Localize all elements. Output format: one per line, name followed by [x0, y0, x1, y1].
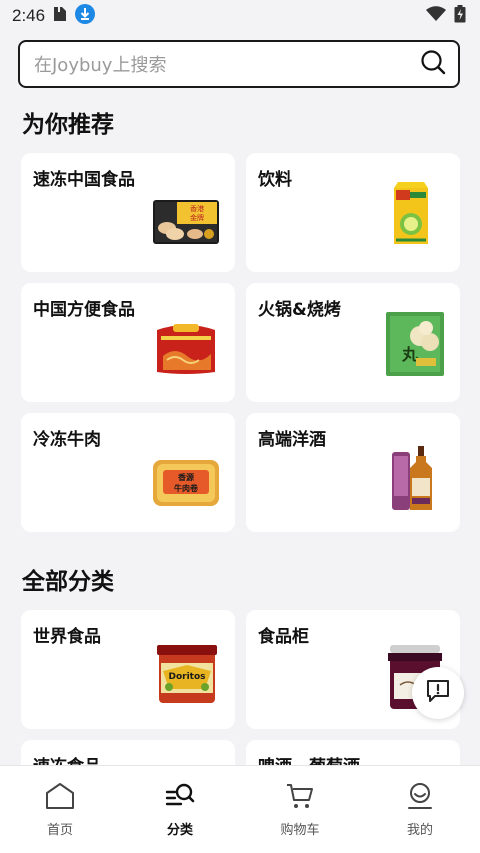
- wifi-icon: [426, 6, 446, 26]
- search-icon[interactable]: [420, 49, 446, 79]
- svg-text:香源: 香源: [177, 472, 194, 482]
- svg-text:金牌: 金牌: [190, 213, 204, 222]
- whisky-image: [392, 446, 438, 516]
- category-card[interactable]: 中国方便食品: [21, 283, 235, 402]
- feedback-button[interactable]: [412, 667, 464, 719]
- svg-text:牛肉卷: 牛肉卷: [174, 483, 199, 493]
- category-label: 世界食品: [33, 627, 101, 647]
- category-label: 高端洋酒: [258, 430, 326, 450]
- feedback-icon: [425, 678, 451, 708]
- svg-text:香港: 香港: [190, 204, 204, 213]
- category-label: 中国方便食品: [33, 300, 135, 320]
- nav-category[interactable]: 分类: [120, 782, 240, 853]
- bottom-nav: 首页 分类 购物车 我的: [0, 765, 480, 853]
- category-search-icon: [165, 782, 195, 814]
- nav-label: 分类: [166, 823, 193, 838]
- salsa-jar-image: Doritos: [155, 645, 219, 707]
- status-bar: 2:46: [0, 0, 480, 32]
- svg-text:Doritos: Doritos: [168, 672, 205, 682]
- lemon-tea-image: [392, 180, 432, 250]
- category-label: 冷冻牛肉: [33, 430, 101, 450]
- category-card[interactable]: 世界食品 Doritos: [21, 610, 235, 729]
- nav-label: 购物车: [280, 823, 320, 838]
- category-card[interactable]: 饮料: [246, 153, 460, 272]
- recommend-grid: 速冻中国食品 香港 金牌 饮料 中国方便食品 火锅&烧烤 丸 冷冻牛肉 香源 牛肉卷…: [0, 153, 480, 532]
- profile-icon: [405, 782, 435, 814]
- category-label: 饮料: [258, 170, 292, 190]
- search-input[interactable]: 在Joybuy上搜索: [18, 40, 460, 88]
- nav-cart[interactable]: 购物车: [240, 782, 360, 853]
- download-icon: [75, 4, 96, 28]
- section-title-recommend: 为你推荐: [22, 112, 114, 138]
- category-card[interactable]: 冷冻牛肉 香源 牛肉卷: [21, 413, 235, 532]
- instant-noodles-image: [153, 320, 219, 380]
- category-card[interactable]: 速冻中国食品 香港 金牌: [21, 153, 235, 272]
- category-card[interactable]: 火锅&烧烤 丸: [246, 283, 460, 402]
- cart-icon: [285, 782, 315, 814]
- nav-label: 首页: [46, 823, 73, 838]
- search-placeholder: 在Joybuy上搜索: [34, 55, 167, 76]
- status-time: 2:46: [12, 6, 46, 25]
- battery-icon: [454, 5, 466, 27]
- category-card[interactable]: 高端洋酒: [246, 413, 460, 532]
- home-icon: [45, 782, 75, 814]
- category-label: 火锅&烧烤: [258, 300, 341, 320]
- beef-roll-image: 香源 牛肉卷: [153, 460, 219, 510]
- frozen-dumplings-image: 香港 金牌: [153, 198, 219, 250]
- nav-home[interactable]: 首页: [0, 782, 120, 853]
- sim-card-icon: [53, 6, 67, 26]
- nav-label: 我的: [406, 823, 433, 838]
- category-label: 食品柜: [258, 627, 309, 647]
- category-label: 速冻中国食品: [33, 170, 135, 190]
- fish-balls-image: 丸: [386, 312, 444, 380]
- nav-profile[interactable]: 我的: [360, 782, 480, 853]
- section-title-all-categories: 全部分类: [22, 569, 114, 595]
